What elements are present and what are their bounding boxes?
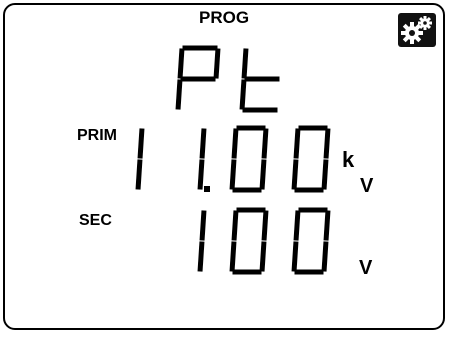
segment bbox=[241, 48, 249, 79]
segment bbox=[199, 210, 207, 241]
segment bbox=[197, 241, 205, 272]
parameter-digits bbox=[175, 45, 280, 113]
segment bbox=[135, 159, 143, 190]
segment bbox=[213, 48, 221, 79]
segment bbox=[231, 128, 239, 159]
segment-digit bbox=[197, 210, 207, 272]
segment bbox=[259, 241, 267, 272]
segment-digit bbox=[175, 45, 221, 110]
secondary-value-digits bbox=[197, 207, 331, 275]
segment-digit bbox=[197, 128, 207, 190]
segment bbox=[197, 159, 205, 190]
segment-digit bbox=[239, 48, 280, 113]
segment bbox=[293, 128, 301, 159]
segment-digit bbox=[135, 128, 145, 190]
segment bbox=[323, 210, 331, 241]
segment bbox=[177, 48, 185, 79]
segment bbox=[261, 128, 269, 159]
segment bbox=[175, 79, 183, 110]
segment bbox=[229, 159, 237, 190]
segment-digit bbox=[229, 125, 269, 193]
primary-value-digits bbox=[135, 125, 331, 193]
segment-digit bbox=[291, 125, 331, 193]
segment bbox=[239, 79, 247, 110]
segment bbox=[229, 241, 237, 272]
segment bbox=[321, 241, 329, 272]
segment bbox=[291, 159, 299, 190]
segment bbox=[291, 241, 299, 272]
segment-digit bbox=[229, 207, 269, 275]
segment bbox=[321, 159, 329, 190]
segment bbox=[261, 210, 269, 241]
segment bbox=[199, 128, 207, 159]
segment bbox=[293, 210, 301, 241]
segment bbox=[231, 210, 239, 241]
seven-segment-display bbox=[135, 45, 331, 275]
decimal-point bbox=[204, 186, 210, 192]
segment-digit bbox=[291, 207, 331, 275]
segment bbox=[137, 128, 145, 159]
segment bbox=[259, 159, 267, 190]
segment bbox=[323, 128, 331, 159]
